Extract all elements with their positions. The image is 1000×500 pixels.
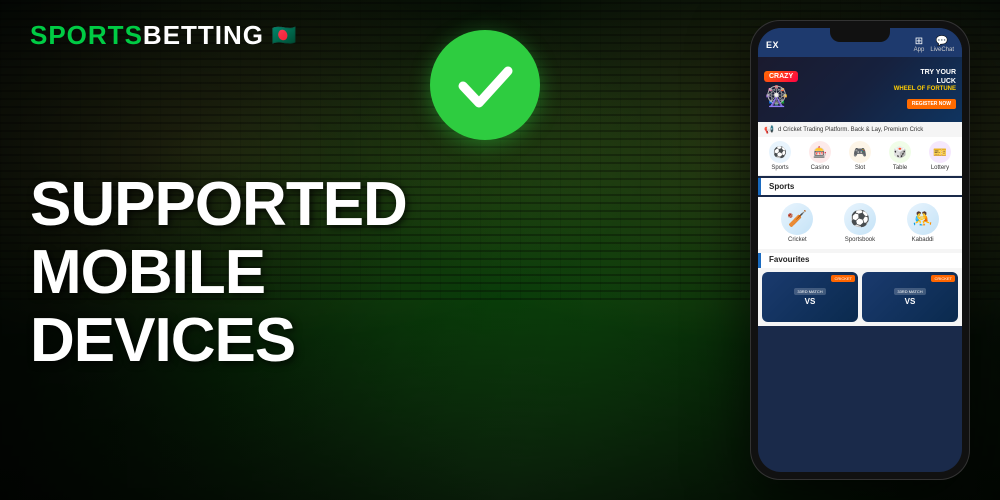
phone-screen: EX ⊞ App 💬 LiveChat CRAZY 🎡 <box>758 28 962 472</box>
chat-icon: 💬 <box>936 36 948 47</box>
megaphone-icon: 📢 <box>764 125 774 134</box>
sportsbook-label: Sportsbook <box>845 237 875 243</box>
favourites-section: Favourites 33RD MATCH VS CRICKET 33RD MA… <box>758 249 962 326</box>
favourite-cards: 33RD MATCH VS CRICKET 33RD MATCH VS CRIC… <box>758 268 962 326</box>
tab-slot[interactable]: 🎮 Slot <box>849 141 871 171</box>
kabaddi-icon: 🤼 <box>907 203 939 235</box>
wheel-icon: 🎡 <box>764 84 798 109</box>
sport-item-sportsbook[interactable]: ⚽ Sportsbook <box>844 203 876 243</box>
wheel-of-fortune-text: WHEEL OF FORTUNE <box>804 86 956 92</box>
slot-tab-label: Slot <box>855 165 865 171</box>
lottery-tab-label: Lottery <box>931 165 949 171</box>
logo-betting: BETTING <box>143 20 264 50</box>
checkmark-icon <box>453 53 518 118</box>
lottery-tab-icon: 🎫 <box>929 141 951 163</box>
sports-section-title: Sports <box>758 178 962 195</box>
app-logo: EX <box>766 40 779 50</box>
tab-casino[interactable]: 🎰 Casino <box>809 141 831 171</box>
header-icons: ⊞ App 💬 LiveChat <box>914 36 954 53</box>
promo-banner: CRAZY 🎡 TRY YOURLUCK WHEEL OF FORTUNE RE… <box>758 57 962 122</box>
table-tab-icon: 🎲 <box>889 141 911 163</box>
news-ticker: 📢 d Cricket Trading Platform. Back & Lay… <box>758 122 962 137</box>
slot-tab-icon: 🎮 <box>849 141 871 163</box>
match-tag-2: 33RD MATCH <box>894 288 925 295</box>
tab-sports[interactable]: ⚽ Sports <box>769 141 791 171</box>
banner-right: TRY YOURLUCK WHEEL OF FORTUNE REGISTER N… <box>798 69 956 110</box>
banner-left: CRAZY 🎡 <box>764 71 798 109</box>
fav-card-1[interactable]: 33RD MATCH VS CRICKET <box>762 272 858 322</box>
heading-line2: Mobile Devices <box>30 238 295 375</box>
sports-icons: 🏏 Cricket ⚽ Sportsbook 🤼 Kabaddi <box>758 197 962 249</box>
crazy-badge: CRAZY <box>764 71 798 82</box>
fav-card-2[interactable]: 33RD MATCH VS CRICKET <box>862 272 958 322</box>
checkmark-badge <box>430 30 540 140</box>
phone-mockup: EX ⊞ App 💬 LiveChat CRAZY 🎡 <box>750 20 970 480</box>
cricket-label: Cricket <box>788 237 807 243</box>
sport-item-cricket[interactable]: 🏏 Cricket <box>781 203 813 243</box>
casino-tab-icon: 🎰 <box>809 141 831 163</box>
tab-table[interactable]: 🎲 Table <box>889 141 911 171</box>
casino-tab-label: Casino <box>811 165 830 171</box>
cricket-icon: 🏏 <box>781 203 813 235</box>
app-label: App <box>914 47 925 53</box>
vs-text-2: VS <box>905 297 916 306</box>
table-tab-label: Table <box>893 165 907 171</box>
vs-text-1: VS <box>805 297 816 306</box>
app-icon: ⊞ App <box>914 36 925 53</box>
logo-flag: 🇧🇩 <box>270 26 298 46</box>
sports-section-label: Sports <box>769 182 794 191</box>
try-your-luck-text: TRY YOURLUCK <box>804 69 956 86</box>
sport-tag-2: CRICKET <box>931 275 955 282</box>
phone-notch <box>830 28 890 42</box>
sports-tab-icon: ⚽ <box>769 141 791 163</box>
ticker-text: d Cricket Trading Platform. Back & Lay, … <box>778 127 923 133</box>
sport-item-kabaddi[interactable]: 🤼 Kabaddi <box>907 203 939 243</box>
sport-tag-1: CRICKET <box>831 275 855 282</box>
favourites-title: Favourites <box>758 253 962 268</box>
app-download-icon: ⊞ <box>915 36 923 47</box>
tab-lottery[interactable]: 🎫 Lottery <box>929 141 951 171</box>
livechat-icon: 💬 LiveChat <box>930 36 954 53</box>
favourites-label: Favourites <box>769 255 809 264</box>
kabaddi-label: Kabaddi <box>912 237 934 243</box>
main-heading: Supported Mobile Devices <box>30 171 530 376</box>
register-now-button[interactable]: REGISTER NOW <box>907 99 956 109</box>
nav-tabs: ⚽ Sports 🎰 Casino 🎮 Slot 🎲 Table 🎫 <box>758 137 962 176</box>
sports-tab-label: Sports <box>771 165 788 171</box>
logo-sports: SPORTS <box>30 20 143 50</box>
heading-line1: Supported <box>30 170 407 239</box>
phone-outer: EX ⊞ App 💬 LiveChat CRAZY 🎡 <box>750 20 970 480</box>
livechat-label: LiveChat <box>930 47 954 53</box>
sportsbook-icon: ⚽ <box>844 203 876 235</box>
match-tag-1: 33RD MATCH <box>794 288 825 295</box>
